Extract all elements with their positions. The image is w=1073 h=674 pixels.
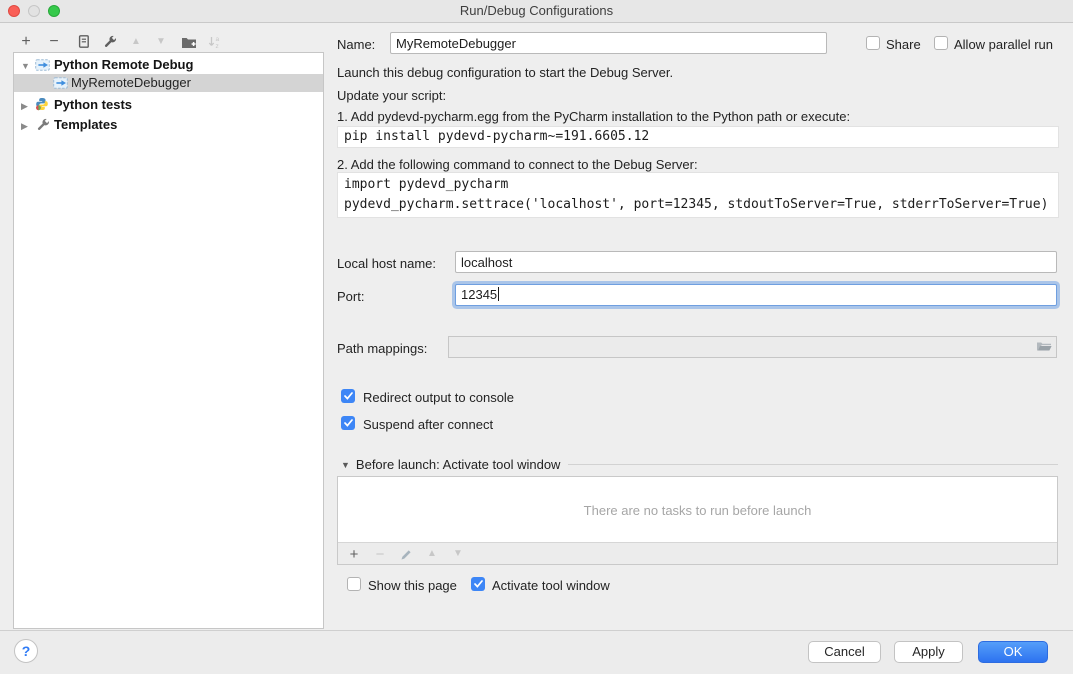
text-caret — [498, 287, 499, 301]
tree-item-python-remote-debug[interactable]: ▼ Python Remote Debug — [14, 56, 323, 74]
configurations-tree: ▼ Python Remote Debug MyRemoteDebugger — [13, 52, 324, 629]
code-line-2: pydevd_pycharm.settrace('localhost', por… — [344, 197, 1048, 212]
expand-arrow-icon[interactable]: ▶ — [21, 97, 28, 115]
minus-icon: − — [49, 34, 58, 50]
add-task-button[interactable]: + — [344, 544, 364, 564]
tree-item-myremotedebugger-selected[interactable]: MyRemoteDebugger — [14, 74, 323, 92]
edit-task-button — [396, 544, 416, 564]
path-mappings-label: Path mappings: — [337, 341, 427, 356]
down-arrow-icon: ▼ — [156, 37, 166, 47]
show-this-page-checkbox[interactable] — [347, 577, 361, 591]
wrench-icon — [36, 118, 50, 137]
copy-configuration-button[interactable] — [72, 32, 92, 52]
collapse-arrow-icon[interactable]: ▼ — [341, 460, 350, 470]
minus-icon: − — [376, 547, 385, 562]
zoom-window-button[interactable] — [48, 5, 60, 17]
add-configuration-button[interactable]: + — [16, 32, 36, 52]
collapse-arrow-icon[interactable]: ▼ — [21, 57, 30, 75]
step-1-text: 1. Add pydevd-pycharm.egg from the PyCha… — [337, 109, 850, 124]
edit-defaults-button[interactable] — [100, 32, 120, 52]
close-window-button[interactable] — [8, 5, 20, 17]
plus-icon: + — [350, 547, 359, 562]
pip-install-code-block: pip install pydevd-pycharm~=191.6605.12 — [337, 126, 1059, 148]
up-arrow-icon: ▲ — [427, 549, 437, 559]
share-label: Share — [886, 37, 921, 52]
pencil-icon — [400, 548, 413, 561]
title-bar: Run/Debug Configurations — [0, 0, 1073, 23]
svg-text:a: a — [215, 36, 219, 43]
local-host-name-input[interactable] — [455, 251, 1057, 273]
task-list-toolbar: + − ▲ ▼ — [338, 542, 1057, 564]
move-down-button: ▼ — [151, 32, 171, 52]
up-arrow-icon: ▲ — [131, 37, 141, 47]
allow-parallel-run-checkbox[interactable] — [934, 36, 948, 50]
tree-item-templates[interactable]: ▶ Templates — [14, 116, 323, 134]
cancel-button[interactable]: Cancel — [808, 641, 881, 663]
plus-icon: + — [21, 34, 30, 50]
port-value: 12345 — [461, 287, 497, 302]
step-2-text: 2. Add the following command to connect … — [337, 157, 698, 172]
tree-item-python-tests[interactable]: ▶ Python tests — [14, 96, 323, 114]
new-folder-icon — [181, 36, 197, 49]
header-rule — [568, 464, 1058, 465]
move-up-button: ▲ — [126, 32, 146, 52]
share-checkbox[interactable] — [866, 36, 880, 50]
svg-text:z: z — [215, 43, 218, 49]
remove-task-button: − — [370, 544, 390, 564]
tree-item-label[interactable]: Python Remote Debug — [54, 56, 193, 74]
tree-item-label[interactable]: MyRemoteDebugger — [71, 74, 191, 92]
new-folder-button[interactable] — [179, 32, 199, 52]
tree-item-label[interactable]: Templates — [54, 116, 117, 134]
suspend-after-connect-label: Suspend after connect — [363, 417, 493, 432]
activate-tool-window-label: Activate tool window — [492, 578, 610, 593]
run-config-icon — [53, 76, 68, 94]
activate-tool-window-checkbox[interactable] — [471, 577, 485, 591]
browse-folder-icon[interactable] — [1036, 340, 1052, 356]
redirect-output-checkbox[interactable] — [341, 389, 355, 403]
allow-parallel-run-label: Allow parallel run — [954, 37, 1053, 52]
redirect-output-label: Redirect output to console — [363, 390, 514, 405]
copy-icon — [76, 35, 89, 49]
minimize-window-button — [28, 5, 40, 17]
expand-arrow-icon[interactable]: ▶ — [21, 117, 28, 135]
python-icon — [35, 97, 49, 116]
run-debug-configurations-dialog: Run/Debug Configurations + − ▲ ▼ a z ▼ — [0, 0, 1073, 674]
wrench-icon — [103, 35, 117, 49]
before-launch-title: Before launch: Activate tool window — [356, 457, 561, 472]
description-line-1: Launch this debug configuration to start… — [337, 65, 673, 80]
name-label: Name: — [337, 37, 375, 52]
move-task-up-button: ▲ — [422, 544, 442, 564]
tree-item-label[interactable]: Python tests — [54, 96, 132, 114]
path-mappings-field[interactable] — [448, 336, 1057, 358]
sort-az-icon: a z — [207, 35, 222, 49]
sort-configurations-button: a z — [204, 32, 224, 52]
empty-tasks-message: There are no tasks to run before launch — [338, 503, 1057, 518]
help-button[interactable]: ? — [14, 639, 38, 663]
settrace-code-block: import pydevd_pycharm pydevd_pycharm.set… — [337, 172, 1059, 218]
move-task-down-button: ▼ — [448, 544, 468, 564]
code-line-1: import pydevd_pycharm — [344, 177, 508, 192]
name-input[interactable] — [390, 32, 827, 54]
local-host-name-label: Local host name: — [337, 256, 436, 271]
show-this-page-label: Show this page — [368, 578, 457, 593]
remove-configuration-button[interactable]: − — [44, 32, 64, 52]
ok-button[interactable]: OK — [978, 641, 1048, 663]
suspend-after-connect-checkbox[interactable] — [341, 416, 355, 430]
port-input[interactable]: 12345 — [455, 284, 1057, 306]
before-launch-header[interactable]: ▼ Before launch: Activate tool window — [341, 457, 1058, 472]
description-line-2: Update your script: — [337, 88, 446, 103]
apply-button[interactable]: Apply — [894, 641, 963, 663]
down-arrow-icon: ▼ — [453, 549, 463, 559]
port-label: Port: — [337, 289, 364, 304]
window-title: Run/Debug Configurations — [0, 0, 1073, 22]
before-launch-task-list: There are no tasks to run before launch … — [337, 476, 1058, 565]
